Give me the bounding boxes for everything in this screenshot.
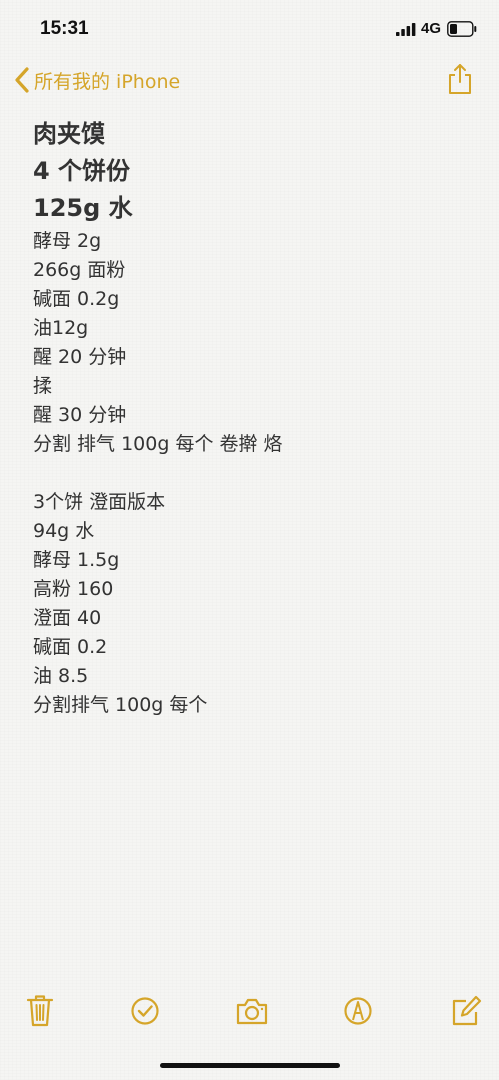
note-line: 澄面 40 <box>33 607 102 629</box>
share-icon[interactable] <box>446 62 474 96</box>
note-body[interactable]: 肉夹馍 4 个饼份 125g 水 酵母 2g 266g 面粉 碱面 0.2g 油… <box>33 116 473 720</box>
battery-icon <box>447 21 477 37</box>
back-button[interactable]: 所有我的 iPhone <box>14 64 180 96</box>
network-type: 4G <box>421 20 442 37</box>
checklist-icon[interactable] <box>129 992 161 1028</box>
note-line: 分割 排气 100g 每个 卷擀 烙 <box>33 433 283 455</box>
note-line: 94g 水 <box>33 520 95 542</box>
note-line: 高粉 160 <box>33 578 114 600</box>
note-title-line: 肉夹馍 <box>33 120 105 148</box>
note-line: 碱面 0.2g <box>33 288 120 310</box>
note-line: 揉 <box>33 375 53 397</box>
note-line: 油 8.5 <box>33 665 89 687</box>
note-line: 266g 面粉 <box>33 259 126 281</box>
note-line: 分割排气 100g 每个 <box>33 694 208 716</box>
note-line: 醒 20 分钟 <box>33 346 127 368</box>
signal-strength-icon <box>396 23 416 36</box>
home-indicator[interactable] <box>160 1063 340 1068</box>
note-line <box>33 459 473 488</box>
note-line: 油12g <box>33 317 89 339</box>
note-line: 碱面 0.2 <box>33 636 108 658</box>
back-label: 所有我的 iPhone <box>34 70 181 93</box>
markup-icon[interactable] <box>342 992 374 1028</box>
camera-icon[interactable] <box>235 992 269 1028</box>
note-title-line: 125g 水 <box>33 194 133 222</box>
note-title-line: 4 个饼份 <box>33 157 131 185</box>
compose-icon[interactable] <box>450 992 482 1028</box>
note-line: 酵母 2g <box>33 230 102 252</box>
bottom-toolbar <box>0 992 499 1032</box>
note-line: 酵母 1.5g <box>33 549 120 571</box>
chevron-left-icon <box>15 67 29 93</box>
status-bar: 15:31 4G <box>0 0 499 56</box>
note-line: 3个饼 澄面版本 <box>33 491 166 513</box>
note-line: 醒 30 分钟 <box>33 404 127 426</box>
trash-icon[interactable] <box>24 992 56 1028</box>
status-time: 15:31 <box>40 18 89 39</box>
